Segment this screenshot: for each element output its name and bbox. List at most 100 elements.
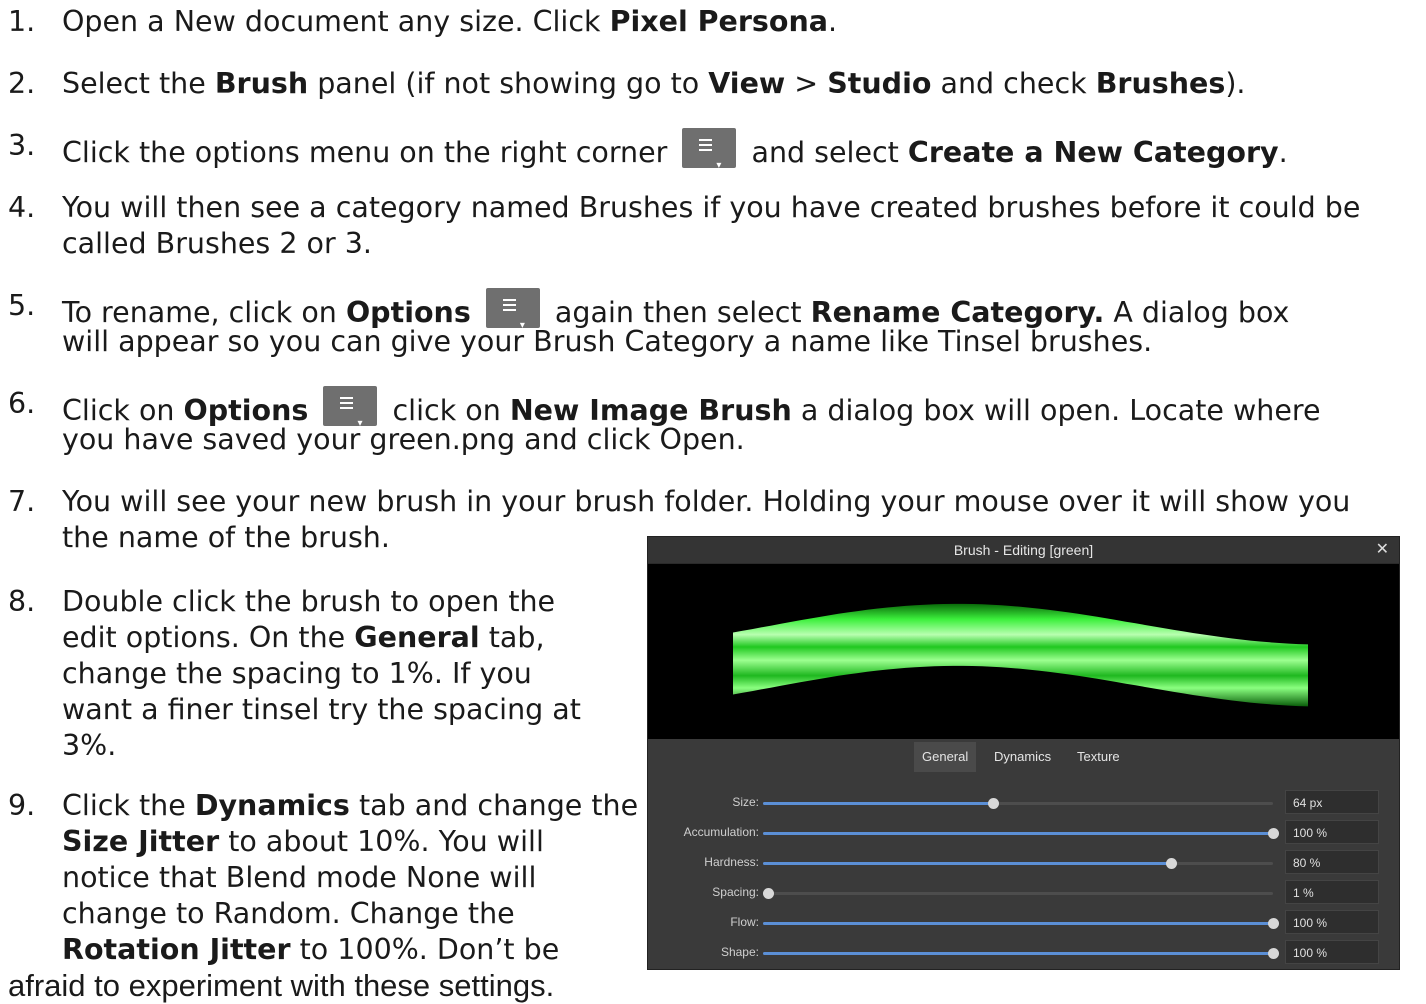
slider-fill — [763, 802, 993, 805]
slider-row: Spacing: 1 % — [648, 880, 1399, 906]
text-run: ). — [1225, 67, 1246, 100]
brush-preview — [648, 564, 1399, 739]
text-run: change the spacing to 1%. If you — [62, 657, 532, 690]
slider-fill — [763, 862, 1171, 865]
slider-handle[interactable] — [1166, 858, 1177, 869]
step-text-line: Rotation Jitter to 100%. Don’t be — [62, 932, 559, 968]
step-text-line: Size Jitter to about 10%. You will — [62, 824, 544, 860]
slider-handle[interactable] — [1268, 828, 1279, 839]
slider-track[interactable] — [763, 888, 1273, 899]
text-run: panel (if not showing go to — [308, 67, 709, 100]
text-run: Double click the brush to open the — [62, 585, 556, 618]
text-run: and check — [931, 67, 1096, 100]
bold-term: Brushes — [1095, 67, 1226, 100]
brush-editing-dialog: Brush - Editing [green] ✕ General Dynamic… — [647, 536, 1400, 970]
step-text: Click the options menu on the right corn… — [62, 128, 1288, 171]
text-run: want a finer tinsel try the spacing at — [62, 693, 581, 726]
text-run: Click the options menu on the right corn… — [62, 136, 677, 169]
slider-row: Flow: 100 % — [648, 910, 1399, 936]
bold-term: Pixel Persona — [609, 5, 828, 38]
bold-term: View — [708, 67, 786, 100]
text-run: . — [828, 5, 838, 38]
slider-row: Hardness: 80 % — [648, 850, 1399, 876]
slider-row: Accumulation: 100 % — [648, 820, 1399, 846]
slider-label: Spacing: — [712, 885, 759, 899]
slider-track[interactable] — [763, 948, 1279, 959]
bold-term: Create a New Category — [907, 136, 1279, 169]
step-text-line: afraid to experiment with these settings… — [8, 968, 555, 1003]
slider-value-field[interactable]: 100 % — [1285, 940, 1379, 964]
step-number: 7. — [8, 485, 36, 518]
text-run: tab and change the — [349, 789, 639, 822]
step-number: 2. — [8, 67, 36, 100]
step-text-continued: the name of the brush. — [62, 521, 390, 554]
step-text-continued: you have saved your green.png and click … — [62, 423, 745, 456]
slider-track[interactable] — [763, 918, 1279, 929]
step-text-line: Click the Dynamics tab and change the — [62, 788, 638, 824]
step-text-line: 3%. — [62, 728, 116, 764]
step-text-line: change to Random. Change the — [62, 896, 515, 932]
text-run: You will see your new brush in your brus… — [62, 485, 1351, 518]
tab-dynamics[interactable]: Dynamics — [986, 742, 1059, 772]
text-run: and select — [742, 136, 908, 169]
slider-handle[interactable] — [1268, 918, 1279, 929]
slider-value-field[interactable]: 1 % — [1285, 880, 1379, 904]
bold-term: Brush — [214, 67, 309, 100]
tab-texture[interactable]: Texture — [1069, 742, 1128, 772]
text-run: . — [1278, 136, 1288, 169]
dialog-title: Brush - Editing [green] — [953, 542, 1094, 558]
slider-label: Size: — [732, 795, 759, 809]
slider-list: Size: 64 px Accumulation: 100 % Hardness: 80 … — [648, 775, 1399, 969]
step-text-line: want a finer tinsel try the spacing at — [62, 692, 581, 728]
slider-label: Flow: — [730, 915, 759, 929]
step-number: 5. — [8, 289, 36, 322]
options-menu-icon: ▾ — [323, 386, 378, 429]
bold-term: Size Jitter — [62, 825, 220, 858]
dialog-tabs: General Dynamics Texture — [648, 739, 1399, 776]
step-number: 1. — [8, 5, 36, 38]
slider-fill — [763, 952, 1273, 955]
slider-track[interactable] — [763, 798, 1273, 809]
text-run: Select the — [62, 67, 215, 100]
bold-term: General — [354, 621, 480, 654]
step-text-line: edit options. On the General tab, — [62, 620, 545, 656]
step-text-continued: will appear so you can give your Brush C… — [62, 325, 1153, 358]
slider-handle[interactable] — [763, 888, 775, 899]
step-number: 3. — [8, 129, 36, 162]
slider-fill — [763, 922, 1273, 925]
slider-label: Shape: — [720, 945, 759, 959]
brush-stroke — [733, 603, 1308, 707]
slider-handle[interactable] — [987, 798, 999, 809]
slider-row: Shape: 100 % — [648, 940, 1399, 966]
text-run: Open a New document any size. Click — [62, 5, 610, 38]
slider-fill — [763, 832, 1273, 835]
slider-value-field[interactable]: 80 % — [1285, 850, 1379, 874]
slider-label: Hardness: — [704, 855, 759, 869]
step-text-line: Double click the brush to open the — [62, 584, 555, 620]
text-run: 3%. — [62, 729, 117, 762]
slider-handle[interactable] — [1268, 948, 1279, 959]
step-text: Select the Brush panel (if not showing g… — [62, 66, 1246, 102]
slider-track[interactable] — [763, 828, 1279, 839]
text-run: to 100%. Don’t be — [290, 933, 560, 966]
slider-label: Accumulation: — [683, 825, 759, 839]
slider-track[interactable] — [763, 858, 1273, 869]
text-run: tab, — [479, 621, 545, 654]
slider-value-field[interactable]: 100 % — [1285, 820, 1379, 844]
options-menu-icon: ▾ — [485, 288, 540, 331]
step-text: Open a New document any size. Click Pixe… — [62, 4, 837, 40]
slider-value-field[interactable]: 64 px — [1285, 790, 1379, 814]
tab-general[interactable]: General — [914, 742, 977, 772]
bold-term: Studio — [827, 67, 932, 100]
close-icon[interactable]: ✕ — [1376, 537, 1389, 563]
step-number: 6. — [8, 387, 36, 420]
bold-term: Rotation Jitter — [62, 933, 291, 966]
step-text-line: change the spacing to 1%. If you — [62, 656, 532, 692]
slider-value-field[interactable]: 100 % — [1285, 910, 1379, 934]
text-run: a dialog box will open. Locate where — [791, 394, 1321, 427]
text-run: > — [785, 67, 828, 100]
text-run: Click the — [62, 789, 195, 822]
step-number: 4. — [8, 191, 36, 224]
slider-row: Size: 64 px — [648, 790, 1399, 816]
text-run: edit options. On the — [62, 621, 355, 654]
